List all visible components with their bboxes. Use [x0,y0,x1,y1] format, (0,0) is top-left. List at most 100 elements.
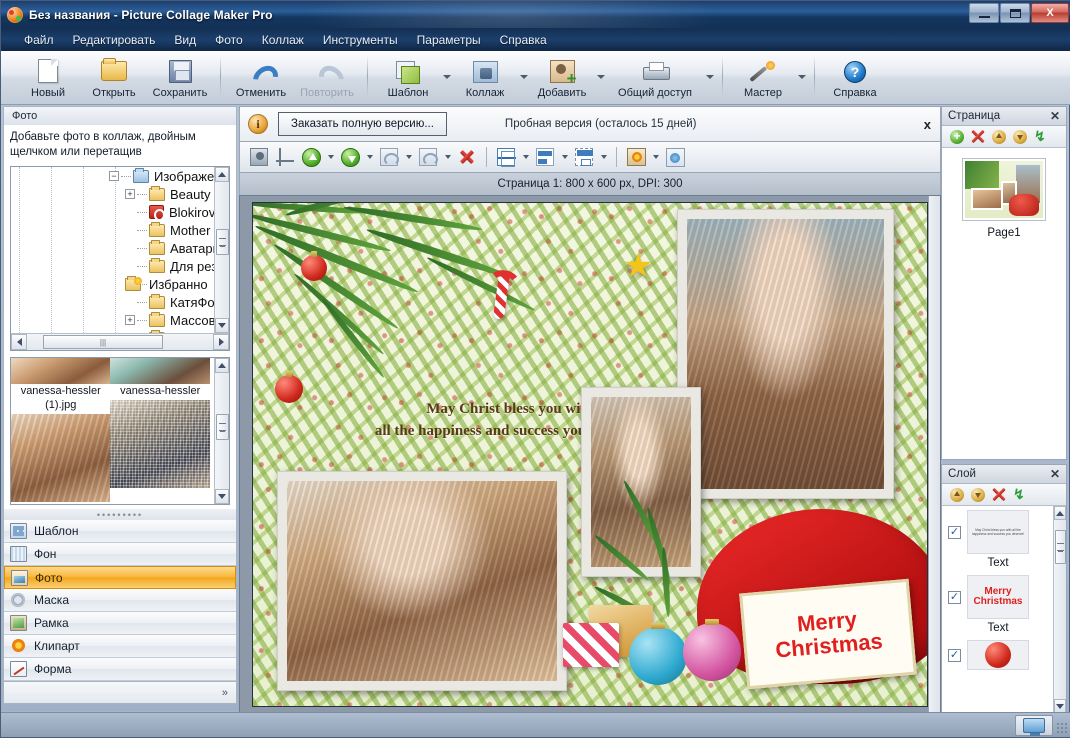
layers-list[interactable]: ✓ May Christ bless you with all the happ… [942,506,1066,713]
toolbar-button-open[interactable]: Открыть [81,54,147,102]
portrait-icon[interactable] [247,146,271,169]
properties-info-icon[interactable] [663,146,687,169]
minimize-button[interactable] [969,3,999,23]
layer-up-icon[interactable] [950,487,964,502]
distribute-dropdown-arrow-icon[interactable] [598,146,609,169]
rotate-left-icon[interactable] [377,146,401,169]
crop-icon[interactable] [273,146,297,169]
close-trial-banner-icon[interactable]: x [924,117,931,132]
tree-expand-icon[interactable]: + [125,315,135,325]
maximize-button[interactable] [1000,3,1030,23]
delete-layer-icon[interactable] [992,488,1006,502]
scroll-down-icon[interactable] [1054,699,1066,713]
tree-vertical-scrollbar[interactable] [214,167,229,333]
layer-down-icon[interactable] [971,487,985,502]
toolbar-button-redo[interactable]: Повторить [294,54,360,102]
canvas-viewport[interactable]: ★ May Christ bless you with all the happ… [239,195,941,714]
menu-item-photo[interactable]: Фото [206,30,252,50]
tree-item-blokirovka[interactable]: Blokirovka [11,203,214,221]
canvas-vertical-scrollbar[interactable] [928,196,940,713]
close-layers-panel-icon[interactable]: ✕ [1050,467,1060,481]
refresh-icon[interactable]: ↯ [1013,487,1027,502]
tree-item-favorites[interactable]: + Избранно [11,275,214,293]
tree-horizontal-scrollbar[interactable]: ||| [11,333,229,350]
tree-item-mother[interactable]: Mother [11,221,214,239]
clipart-dropdown-arrow-icon[interactable] [650,146,661,169]
menu-item-edit[interactable]: Редактировать [64,30,165,50]
category-item-background[interactable]: Фон [4,543,236,566]
add-dropdown-arrow-icon[interactable] [595,54,606,100]
scroll-up-icon[interactable] [1054,506,1066,520]
scrollbar-thumb[interactable] [216,229,229,255]
category-item-template[interactable]: Шаблон [4,520,236,543]
tree-item-katyafoto[interactable]: КатяФото [11,293,214,311]
thumbnail-list[interactable]: vanessa-hessler (1).jpg vanessa-hessler [10,357,230,505]
scroll-down-icon[interactable] [215,318,229,333]
tree-item-avatars[interactable]: Аватары [11,239,214,257]
category-item-frame[interactable]: Рамка [4,612,236,635]
toolbar-button-add[interactable]: Добавить [529,54,595,102]
scroll-up-icon[interactable] [215,358,229,373]
toolbar-button-template[interactable]: Шаблон [375,54,441,102]
tree-expand-icon[interactable]: + [125,189,135,199]
delete-x-icon[interactable] [455,146,479,169]
resize-grip[interactable] [1056,722,1068,734]
folder-tree[interactable]: − Изображени + Beauty [10,166,230,351]
toolbar-button-help[interactable]: ? Справка [822,54,888,102]
category-expander-button[interactable]: » [3,682,237,704]
category-item-clipart[interactable]: Клипарт [4,635,236,658]
tree-item-beauty[interactable]: + Beauty [11,185,214,203]
menu-item-options[interactable]: Параметры [408,30,490,50]
rotate-right-icon[interactable] [416,146,440,169]
move-up-icon[interactable] [299,146,323,169]
align-left-dropdown-arrow-icon[interactable] [559,146,570,169]
menu-item-help[interactable]: Справка [491,30,556,50]
layer-item-ornament[interactable]: ✓ [942,636,1066,670]
scrollbar-thumb[interactable] [1055,530,1066,564]
move-down-dropdown-arrow-icon[interactable] [364,146,375,169]
wizard-dropdown-arrow-icon[interactable] [796,54,807,100]
page-item[interactable]: Page1 [942,158,1066,239]
photo-frame-bottom-left[interactable] [277,471,567,691]
screen-preview-button[interactable] [1015,715,1053,736]
thumbnails-scrollbar[interactable] [214,358,229,504]
toolbar-button-new[interactable]: Новый [15,54,81,102]
collage-canvas[interactable]: ★ May Christ bless you with all the happ… [252,202,928,707]
layer-visibility-checkbox[interactable]: ✓ [948,525,961,539]
add-page-icon[interactable] [950,129,964,144]
clipart-icon[interactable] [624,146,648,169]
close-pages-panel-icon[interactable]: ✕ [1050,109,1060,123]
move-down-icon[interactable] [338,146,362,169]
menu-item-collage[interactable]: Коллаж [253,30,313,50]
move-page-down-icon[interactable] [1013,129,1027,144]
toolbar-button-undo[interactable]: Отменить [228,54,294,102]
toolbar-button-wizard[interactable]: Мастер [730,54,796,102]
category-item-shape[interactable]: Форма [4,658,236,681]
delete-page-icon[interactable] [971,130,985,144]
scroll-down-icon[interactable] [215,489,229,504]
align-left-icon[interactable] [533,146,557,169]
menu-item-file[interactable]: Файл [15,30,63,50]
scrollbar-thumb[interactable] [216,414,229,440]
menu-item-tools[interactable]: Инструменты [314,30,407,50]
close-button[interactable]: X [1031,3,1069,23]
share-dropdown-arrow-icon[interactable] [704,54,715,100]
scroll-up-icon[interactable] [215,167,229,182]
distribute-icon[interactable] [572,146,596,169]
photo-frame-middle[interactable] [581,387,701,577]
move-up-dropdown-arrow-icon[interactable] [325,146,336,169]
photo-frame-right[interactable] [677,209,894,499]
scrollbar-thumb-horizontal[interactable]: ||| [43,335,163,349]
tree-item-resume[interactable]: Для резю [11,257,214,275]
pages-list[interactable]: Page1 [942,148,1066,459]
layer-item-text-merry[interactable]: ✓ Merry Christmas [942,571,1066,619]
layers-scrollbar[interactable] [1053,506,1066,713]
template-dropdown-arrow-icon[interactable] [441,54,452,100]
thumbnail-item-1[interactable]: vanessa-hessler (1).jpg [11,358,111,504]
layer-visibility-checkbox[interactable]: ✓ [948,648,961,662]
merry-christmas-card[interactable]: Merry Christmas [739,578,917,690]
toolbar-button-share[interactable]: Общий доступ [606,54,704,102]
order-full-version-button[interactable]: Заказать полную версию... [278,112,447,136]
tree-item-massovka[interactable]: + Массовка [11,311,214,329]
align-center-vertical-icon[interactable] [494,146,518,169]
